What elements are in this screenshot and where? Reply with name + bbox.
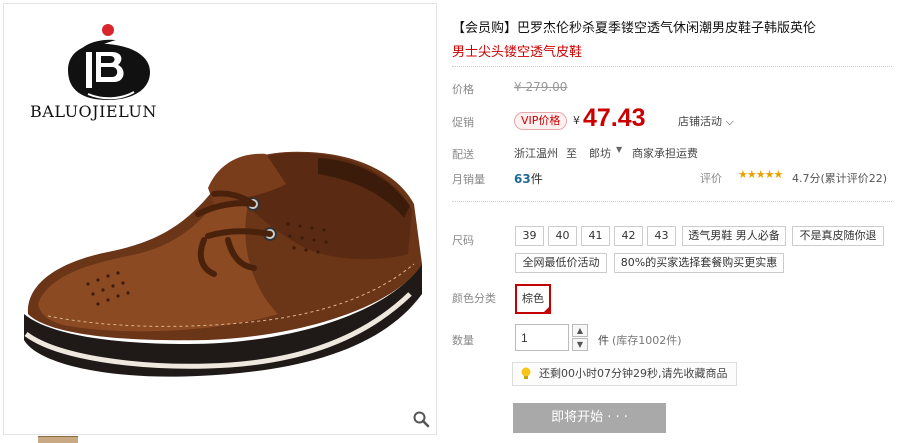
- product-title-line2: 男士尖头镂空透气皮鞋: [452, 45, 583, 60]
- monthly-sales-label: 月销量: [452, 173, 485, 186]
- size-option-42[interactable]: 42: [614, 226, 643, 246]
- zoom-icon[interactable]: [412, 410, 430, 428]
- vip-price: 47.43: [583, 104, 646, 132]
- countdown-reminder: 还剩00小时07分钟29秒,请先收藏商品: [512, 362, 737, 386]
- thumbnail[interactable]: [38, 436, 78, 443]
- divider: [452, 201, 892, 202]
- size-label: 尺码: [452, 234, 474, 247]
- promo-label: 促销: [452, 116, 474, 129]
- quantity-input[interactable]: [515, 324, 569, 351]
- ship-destination-select[interactable]: 郎坊: [589, 145, 611, 161]
- quantity-unit: 件: [598, 334, 609, 347]
- product-shoe-image: [24, 151, 423, 377]
- stock-count: (库存1002件): [612, 334, 682, 347]
- price-label: 价格: [452, 83, 474, 96]
- quantity-label: 数量: [452, 334, 474, 347]
- size-option-39[interactable]: 39: [515, 226, 544, 246]
- product-info-panel: 【会员购】巴罗杰伦秒杀夏季镂空透气休闲潮男皮鞋子韩版英伦 男士尖头镂空透气皮鞋 …: [452, 0, 900, 443]
- quantity-increase-button[interactable]: ▲: [572, 324, 588, 337]
- chevron-down-icon[interactable]: ▼: [616, 145, 622, 154]
- original-price: ¥ 279.00: [514, 80, 568, 94]
- size-option-43[interactable]: 43: [647, 226, 676, 246]
- size-option-return[interactable]: 不是真皮随你退: [792, 226, 884, 246]
- countdown-text: 还剩00小时07分钟29秒,请先收藏商品: [539, 367, 728, 380]
- color-option-label: 棕色: [522, 292, 544, 305]
- quantity-decrease-button[interactable]: ▼: [572, 338, 588, 351]
- size-option-breathable[interactable]: 透气男鞋 男人必备: [682, 226, 786, 246]
- store-promo-dropdown[interactable]: 店铺活动 ⌵: [678, 113, 734, 129]
- lightbulb-icon: [521, 367, 531, 379]
- brand-logo-text: BALUOJIELUN: [30, 102, 157, 121]
- size-option-41[interactable]: 41: [581, 226, 610, 246]
- color-label: 颜色分类: [452, 292, 496, 305]
- size-option-40[interactable]: 40: [548, 226, 577, 246]
- rating-stars: ★★★★★: [738, 168, 783, 181]
- product-image-gallery: BALUOJIELUN: [3, 3, 437, 435]
- selected-check-icon: [543, 306, 550, 313]
- rating-text-link[interactable]: 4.7分(累计评价22): [792, 170, 887, 186]
- sales-unit: 件: [530, 172, 543, 186]
- currency-symbol: ¥: [573, 114, 580, 127]
- shipping-fee-text: 商家承担运费: [632, 147, 698, 160]
- shipping-label: 配送: [452, 148, 474, 161]
- ship-from: 浙江温州: [514, 147, 558, 160]
- vip-price-badge: VIP价格: [514, 112, 568, 130]
- coming-soon-button[interactable]: 即将开始 · · ·: [513, 403, 666, 433]
- rating-label: 评价: [700, 172, 722, 185]
- ship-to-word: 至: [566, 147, 577, 160]
- divider: [452, 66, 892, 67]
- size-option-bundle[interactable]: 80%的买家选择套餐购买更实惠: [614, 253, 784, 273]
- monthly-sales: 63件: [514, 170, 543, 187]
- product-title-line1: 【会员购】巴罗杰伦秒杀夏季镂空透气休闲潮男皮鞋子韩版英伦: [452, 21, 817, 36]
- size-option-lowest-price[interactable]: 全网最低价活动: [515, 253, 607, 273]
- color-option-brown[interactable]: 棕色: [515, 284, 551, 314]
- sales-count: 63: [514, 172, 531, 186]
